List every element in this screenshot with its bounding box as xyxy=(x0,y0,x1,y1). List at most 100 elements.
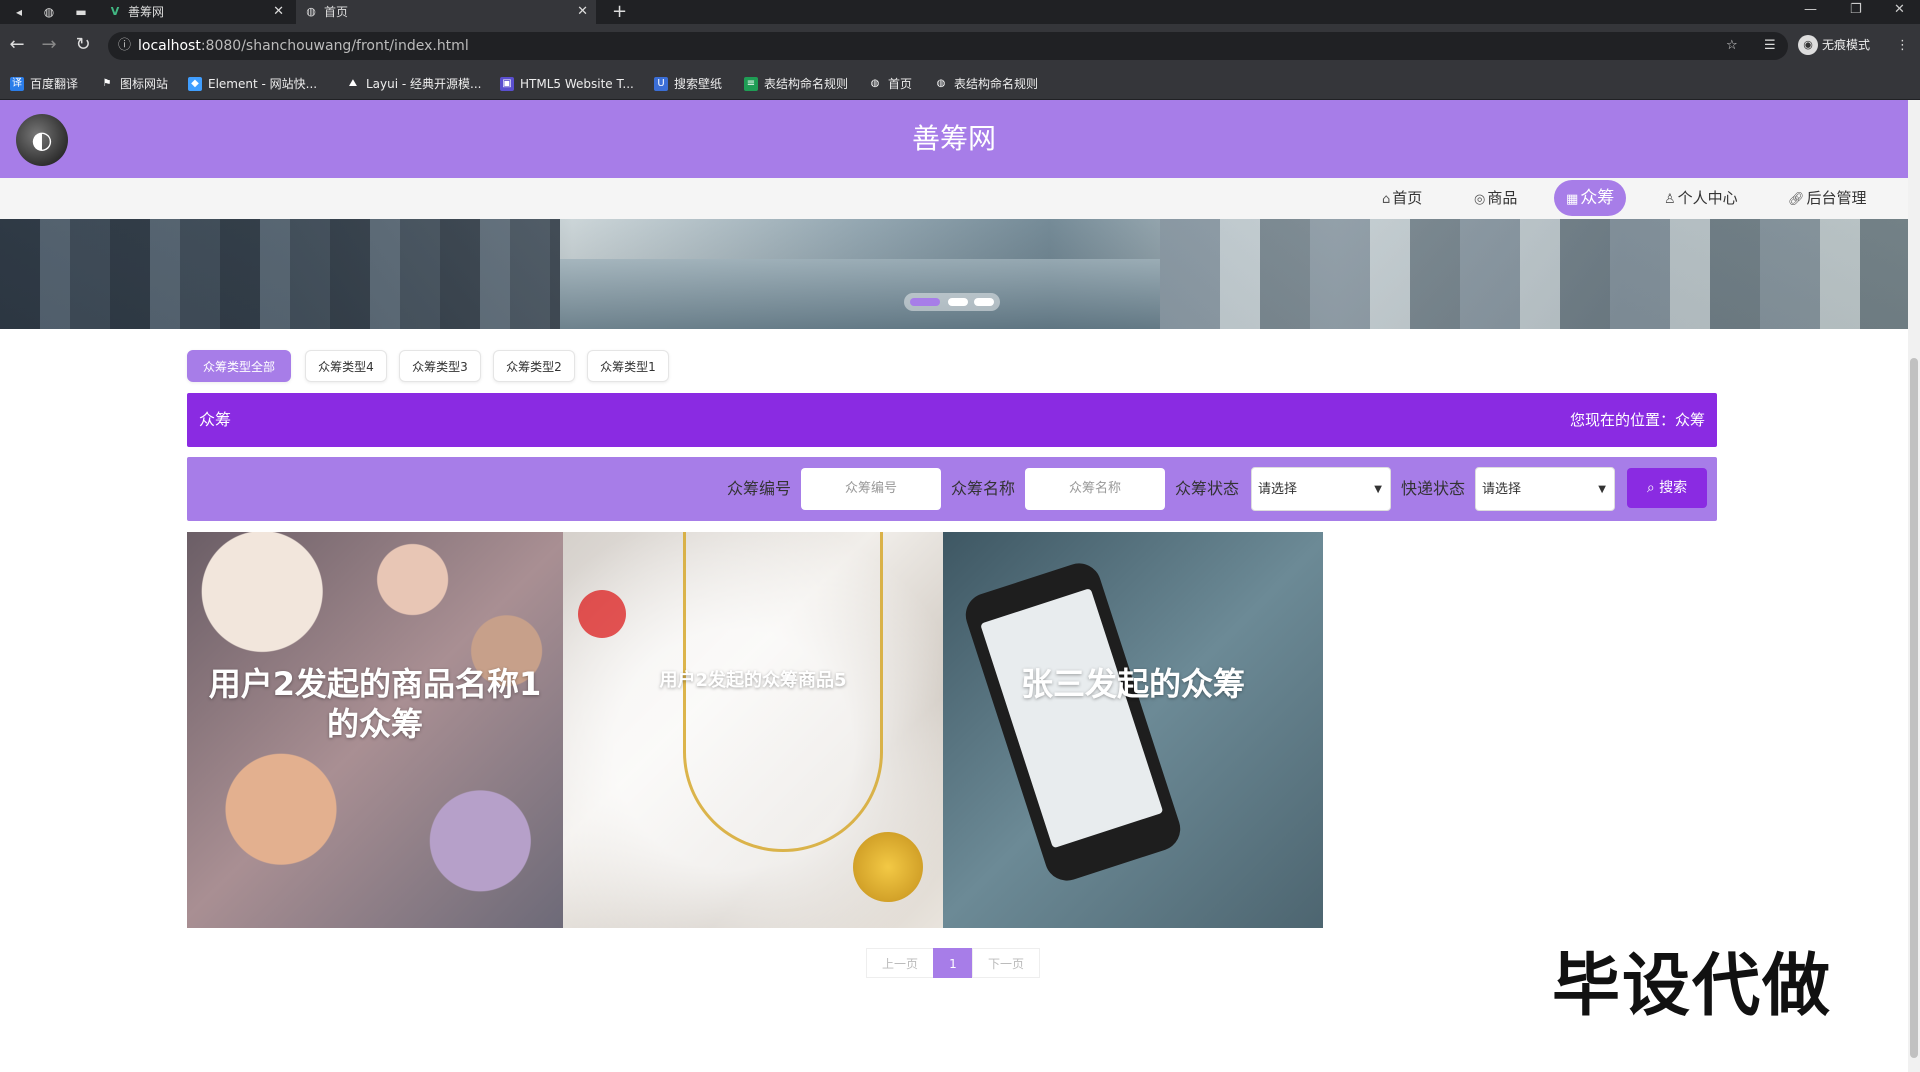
wallpaper-icon: U xyxy=(654,77,668,91)
bookmark-item[interactable]: ▣ HTML5 Website T... xyxy=(500,68,634,100)
tab-home[interactable]: ◍ 首页 ✕ xyxy=(296,0,596,24)
bookmark-item[interactable]: ≡ 表结构命名规则 xyxy=(744,68,848,100)
tab-title: 首页 xyxy=(324,5,349,19)
layui-icon: ⛰ xyxy=(348,78,358,89)
main-nav: ⌂ 首页 ◎ 商品 ▦ 众筹 ♙ 个人中心 🔗︎ 后台管理 xyxy=(0,178,1908,219)
bookmark-item[interactable]: ◆ Element - 网站快... xyxy=(188,68,317,100)
globe-icon: ◍ xyxy=(306,5,316,18)
banner-canal xyxy=(560,259,1160,329)
incognito-icon: ◉ xyxy=(1798,35,1818,55)
crowdfunding-id-label: 众筹编号 xyxy=(727,479,792,498)
url-path: :8080/shanchouwang/front/index.html xyxy=(200,38,469,54)
tab-shanchou[interactable]: V 善筹网 ✕ xyxy=(100,0,292,24)
next-page-button[interactable]: 下一页 xyxy=(972,948,1040,978)
html5-icon: ▣ xyxy=(500,77,514,91)
carousel-indicators xyxy=(904,293,1000,311)
menu-icon[interactable]: ⋮ xyxy=(1896,36,1909,56)
bookmark-item[interactable]: ⚑ 图标网站 xyxy=(100,68,169,100)
vue-icon: V xyxy=(110,5,120,18)
element-icon: ◆ xyxy=(188,77,202,91)
carousel-dot[interactable] xyxy=(948,298,968,306)
globe-icon[interactable]: ◍ xyxy=(40,3,58,21)
card-caption: 用户2发起的商品名称1的众筹 xyxy=(208,665,542,743)
express-status-select[interactable]: 请选择 ▼ xyxy=(1475,467,1615,511)
window-close-icon[interactable]: ✕ xyxy=(1894,0,1905,20)
search-icon: ⌕ xyxy=(1646,480,1660,496)
type-tab-3[interactable]: 众筹类型3 xyxy=(399,350,481,382)
chevron-down-icon: ▼ xyxy=(1598,484,1606,495)
translate-icon: 译 xyxy=(10,77,24,91)
crowdfunding-card[interactable]: 用户2发起的众筹商品5 xyxy=(563,532,943,928)
close-icon[interactable]: ✕ xyxy=(577,0,588,24)
nav-admin[interactable]: 🔗︎ 后台管理 xyxy=(1788,178,1867,219)
type-tab-2[interactable]: 众筹类型2 xyxy=(493,350,575,382)
crowdfunding-name-label: 众筹名称 xyxy=(951,479,1016,498)
phone-screen xyxy=(980,588,1164,849)
express-status-label: 快递状态 xyxy=(1401,479,1466,498)
incognito-profile[interactable]: ◉ 无痕模式 xyxy=(1798,34,1870,56)
sheet-icon: ≡ xyxy=(744,77,758,91)
type-tab-4[interactable]: 众筹类型4 xyxy=(305,350,387,382)
bookmark-item[interactable]: ◍ 首页 xyxy=(868,68,912,100)
tab-search-icon[interactable]: ▬ xyxy=(72,3,90,21)
close-icon[interactable]: ✕ xyxy=(273,0,284,24)
mute-icon[interactable]: ◂ xyxy=(10,3,28,21)
banner-buildings-left xyxy=(0,219,560,329)
bookmark-item[interactable]: U 搜索壁纸 xyxy=(654,68,722,100)
crowdfunding-status-select[interactable]: 请选择 ▼ xyxy=(1251,467,1391,511)
new-tab-icon[interactable]: + xyxy=(612,0,627,24)
prev-page-button[interactable]: 上一页 xyxy=(866,948,934,978)
carousel-dot[interactable] xyxy=(910,298,940,306)
chevron-down-icon: ▼ xyxy=(1374,484,1382,495)
banner-carousel[interactable] xyxy=(0,219,1908,329)
page-scrollbar[interactable] xyxy=(1908,100,1920,1072)
search-bar: 众筹编号 众筹编号 众筹名称 众筹名称 众筹状态 请选择 ▼ 快递状态 请选择 ▼ … xyxy=(187,457,1717,521)
bookmark-item[interactable]: 译百度翻译 xyxy=(10,68,78,100)
reload-icon[interactable]: ↻ xyxy=(72,34,94,56)
restore-icon[interactable]: ❐ xyxy=(1850,0,1862,20)
grid-icon: ▦ xyxy=(1566,192,1579,207)
banner-buildings-right xyxy=(1160,219,1908,329)
crowdfunding-card[interactable]: 用户2发起的商品名称1的众筹 xyxy=(187,532,563,928)
bookmark-item[interactable]: ◍ 表结构命名规则 xyxy=(934,68,1038,100)
url-host: localhost xyxy=(138,38,201,54)
necklace-pendant xyxy=(853,832,923,902)
back-icon[interactable]: ← xyxy=(6,34,28,56)
card-image-necklace xyxy=(563,532,943,928)
reading-list-icon[interactable]: ☰ xyxy=(1764,36,1776,56)
nav-goods[interactable]: ◎ 商品 xyxy=(1474,178,1517,219)
globe-icon: ◍ xyxy=(936,78,946,89)
scrollbar-thumb[interactable] xyxy=(1910,358,1918,1058)
crowdfunding-card[interactable]: 张三发起的众筹 xyxy=(943,532,1323,928)
search-button[interactable]: ⌕ 搜索 xyxy=(1627,468,1707,508)
click-indicator xyxy=(578,590,626,638)
nav-home[interactable]: ⌂ 首页 xyxy=(1382,178,1422,219)
nav-personal-center[interactable]: ♙ 个人中心 xyxy=(1664,178,1738,219)
section-title: 众筹 xyxy=(199,410,232,429)
url-field[interactable]: ⓘ localhost:8080/shanchouwang/front/inde… xyxy=(108,32,1788,60)
flag-icon: ⚑ xyxy=(102,78,112,89)
carousel-dot[interactable] xyxy=(974,298,994,306)
page-button[interactable]: 1 xyxy=(933,948,973,978)
browser-tab-strip: ◂ ◍ ▬ V 善筹网 ✕ ◍ 首页 ✕ + — ❐ ✕ xyxy=(0,0,1920,24)
address-bar-row: ← → ↻ ⓘ localhost:8080/shanchouwang/fron… xyxy=(0,24,1920,68)
globe-icon: ◍ xyxy=(870,78,880,89)
nav-crowdfunding[interactable]: ▦ 众筹 xyxy=(1554,180,1627,216)
phone-device xyxy=(960,557,1186,887)
minimize-icon[interactable]: — xyxy=(1804,0,1817,20)
type-tab-1[interactable]: 众筹类型1 xyxy=(587,350,669,382)
star-icon[interactable]: ☆ xyxy=(1726,36,1738,56)
crowdfunding-name-input[interactable]: 众筹名称 xyxy=(1025,468,1165,510)
watermark-text: 毕设代做 xyxy=(1552,947,1833,1026)
crowdfunding-id-input[interactable]: 众筹编号 xyxy=(801,468,941,510)
link-icon: 🔗︎ xyxy=(1788,192,1805,207)
breadcrumb: 众筹 您现在的位置：众筹 xyxy=(187,393,1717,447)
home-icon: ⌂ xyxy=(1382,192,1391,207)
bookmark-item[interactable]: ⛰ Layui - 经典开源模... xyxy=(346,68,482,100)
type-tab-all[interactable]: 众筹类型全部 xyxy=(187,350,291,382)
card-caption: 张三发起的众筹 xyxy=(1020,665,1245,703)
info-icon[interactable]: ⓘ xyxy=(118,32,131,60)
palette-icon: ◎ xyxy=(1474,192,1486,207)
tab-title: 善筹网 xyxy=(128,5,165,19)
forward-icon[interactable]: → xyxy=(38,34,60,56)
